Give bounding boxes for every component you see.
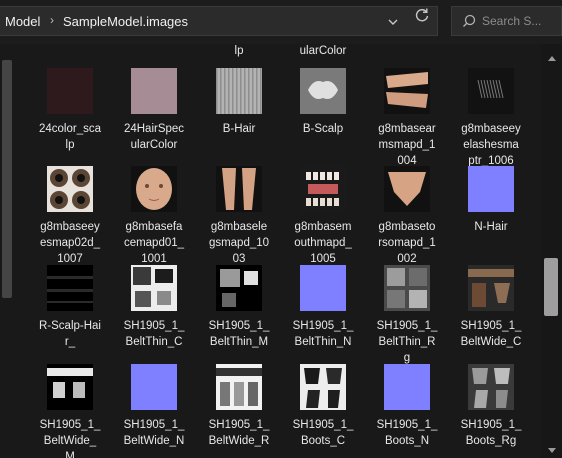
top-bar: Model › SampleModel.images [0, 0, 562, 44]
file-name: 24color_sca lp [38, 123, 101, 151]
arms-skin-map-thumbnail [384, 68, 430, 114]
file-item[interactable]: SH1905_1_ BeltWide_N [112, 364, 196, 458]
file-item-partial[interactable]: lp [197, 44, 281, 63]
scalp-stripes-thumbnail [47, 265, 93, 311]
file-item[interactable]: SH1905_1_ BeltWide_C [449, 265, 533, 375]
mouth-map-thumbnail [300, 166, 346, 212]
belt-wide-mask-thumbnail [47, 364, 93, 410]
file-item[interactable]: SH1905_1_ BeltThin_M [197, 265, 281, 375]
eyelashes-map-thumbnail [468, 68, 514, 114]
normal-map-thumbnail [300, 265, 346, 311]
file-name: B-Scalp [302, 123, 344, 135]
file-name: SH1905_1_ BeltThin_C [123, 320, 185, 348]
normal-map-thumbnail [384, 364, 430, 410]
chevron-down-icon[interactable] [385, 14, 401, 30]
dark-maroon-swatch-thumbnail [47, 68, 93, 114]
breadcrumb-images-folder[interactable]: SampleModel.images [63, 14, 188, 29]
file-name: R-Scalp-Hai r_ [39, 320, 101, 348]
belt-thin-color-thumbnail [131, 265, 177, 311]
file-item[interactable]: SH1905_1_ BeltThin_C [112, 265, 196, 375]
file-name: 24HairSpec ularColor [123, 123, 185, 151]
file-item[interactable]: 24color_sca lp [28, 68, 112, 178]
hair-strand-texture-thumbnail [216, 68, 262, 114]
file-name: g8mbaseey esmap02d_ 1007 [39, 221, 101, 265]
file-item[interactable]: R-Scalp-Hai r_ [28, 265, 112, 375]
refresh-icon[interactable] [413, 6, 431, 24]
breadcrumb-model[interactable]: Model [5, 14, 40, 29]
address-bar[interactable]: Model › SampleModel.images [0, 6, 438, 36]
file-name: ularColor [299, 45, 347, 57]
file-name: lp [234, 45, 244, 57]
scrollbar-thumb[interactable] [2, 60, 12, 298]
file-item[interactable]: N-Hair [449, 166, 533, 276]
normal-map-thumbnail [468, 166, 514, 212]
normal-map-thumbnail [131, 364, 177, 410]
file-item[interactable]: g8mbaseey elashesma ptr_1006 [449, 68, 533, 178]
file-item[interactable]: g8mbaseey esmap02d_ 1007 [28, 166, 112, 276]
file-item[interactable]: 24HairSpec ularColor [112, 68, 196, 178]
file-item[interactable]: g8mbasem outhmapd_ 1005 [281, 166, 365, 276]
left-pane-scrollbar[interactable] [0, 44, 16, 298]
search-box[interactable] [451, 6, 562, 36]
boots-color-thumbnail [300, 364, 346, 410]
file-item[interactable]: g8mbasele gsmapd_10 03 [197, 166, 281, 276]
belt-wide-color-thumbnail [468, 265, 514, 311]
file-view: lp ularColor 24color_sca lp 24HairSpec ul… [0, 44, 541, 458]
file-name: SH1905_1_ BeltWide_R [208, 419, 270, 447]
file-name: SH1905_1_ Boots_C [292, 419, 354, 447]
belt-thin-mask-thumbnail [216, 265, 262, 311]
file-name: g8mbasem outhmapd_ 1005 [294, 221, 352, 265]
search-input[interactable] [482, 12, 560, 30]
breadcrumb-separator-icon: › [50, 13, 54, 27]
file-item[interactable]: g8mbasear msmapd_1 004 [365, 68, 449, 178]
face-map-thumbnail [131, 166, 177, 212]
file-name: g8mbasele gsmapd_10 03 [208, 221, 270, 265]
file-name: SH1905_1_ BeltWide_N [123, 419, 185, 447]
eyes-map-thumbnail [47, 166, 93, 212]
file-item[interactable]: SH1905_1_ BeltThin_R g [365, 265, 449, 375]
file-name: SH1905_1_ BeltWide_ M [39, 419, 101, 458]
file-name: N-Hair [474, 221, 508, 233]
torso-map-thumbnail [384, 166, 430, 212]
file-name: g8mbasefa cemapd01_ 1001 [123, 221, 185, 265]
file-item[interactable]: SH1905_1_ BeltThin_N [281, 265, 365, 375]
file-name: SH1905_1_ BeltThin_M [208, 320, 270, 348]
file-name: SH1905_1_ BeltThin_N [292, 320, 354, 348]
scrollbar-thumb[interactable] [544, 258, 558, 316]
file-item[interactable]: g8mbaseto rsomapd_1 002 [365, 166, 449, 276]
file-name: g8mbaseto rsomapd_1 002 [378, 221, 436, 265]
scroll-down-icon[interactable] [548, 448, 556, 453]
mauve-swatch-thumbnail [131, 68, 177, 114]
belt-thin-roughness-thumbnail [384, 265, 430, 311]
file-name: g8mbaseey elashesma ptr_1006 [461, 123, 521, 167]
boots-roughness-thumbnail [468, 364, 514, 410]
legs-map-thumbnail [216, 166, 262, 212]
scroll-up-icon[interactable] [548, 56, 556, 61]
file-name: B-Hair [222, 123, 256, 135]
search-icon [463, 14, 476, 27]
belt-wide-roughness-thumbnail [216, 364, 262, 410]
file-item[interactable]: SH1905_1_ BeltWide_ M [28, 364, 112, 458]
file-name: SH1905_1_ BeltWide_C [460, 320, 522, 348]
file-name: g8mbasear msmapd_1 004 [378, 123, 436, 167]
scalp-texture-thumbnail [300, 68, 346, 114]
file-name: SH1905_1_ BeltThin_R g [376, 320, 438, 364]
file-item[interactable]: SH1905_1_ Boots_N [365, 364, 449, 458]
file-item[interactable]: SH1905_1_ Boots_Rg [449, 364, 533, 458]
vertical-scrollbar[interactable] [541, 44, 562, 458]
file-item[interactable]: g8mbasefa cemapd01_ 1001 [112, 166, 196, 276]
file-item[interactable]: B-Hair [197, 68, 281, 178]
file-item[interactable]: B-Scalp [281, 68, 365, 178]
file-name: SH1905_1_ Boots_N [376, 419, 438, 447]
file-item[interactable]: SH1905_1_ Boots_C [281, 364, 365, 458]
file-item-partial[interactable]: ularColor [281, 44, 365, 63]
file-item[interactable]: SH1905_1_ BeltWide_R [197, 364, 281, 458]
file-name: SH1905_1_ Boots_Rg [460, 419, 522, 447]
